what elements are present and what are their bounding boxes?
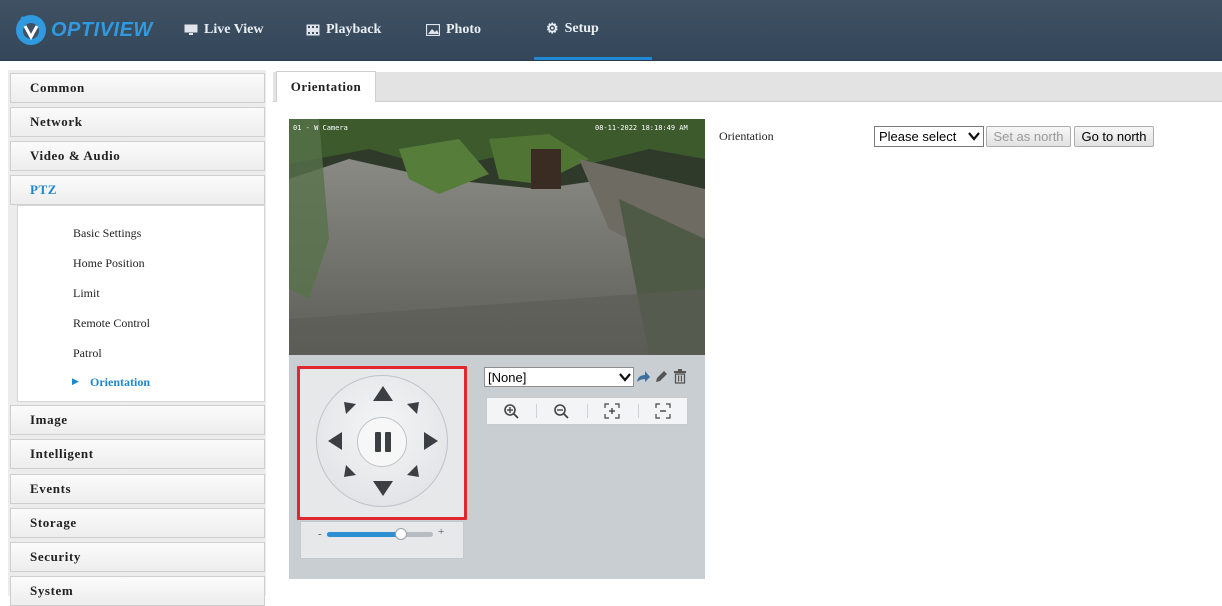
sidebar-item-security[interactable]: Security bbox=[10, 542, 265, 572]
speed-slider-track[interactable] bbox=[327, 528, 433, 540]
submenu-item-limit[interactable]: Limit bbox=[73, 286, 100, 301]
film-icon bbox=[306, 24, 320, 36]
sidebar-item-label: PTZ bbox=[30, 182, 58, 197]
focus-far-button[interactable] bbox=[639, 398, 687, 424]
chevron-down-icon bbox=[619, 373, 631, 382]
optiview-logo: OPTIVIEW bbox=[14, 8, 153, 52]
live-video-preview[interactable]: 01 - W Camera 08-11-2022 18:18:49 AM bbox=[289, 119, 705, 355]
sidebar-item-events[interactable]: Events bbox=[10, 474, 265, 504]
submenu-item-orientation[interactable]: Orientation bbox=[90, 375, 150, 390]
timestamp-overlay: 08-11-2022 18:18:49 AM bbox=[595, 124, 688, 132]
sidebar-item-storage[interactable]: Storage bbox=[10, 508, 265, 538]
camera-name-overlay: 01 - W Camera bbox=[293, 124, 348, 132]
image-icon bbox=[426, 24, 440, 36]
submenu-item-patrol[interactable]: Patrol bbox=[73, 346, 102, 361]
tab-label: Live View bbox=[204, 22, 264, 37]
sidebar-item-intelligent[interactable]: Intelligent bbox=[10, 439, 265, 469]
chevron-down-icon bbox=[968, 132, 980, 141]
tab-photo[interactable]: Photo bbox=[426, 0, 481, 60]
brand-name: OPTIVIEW bbox=[51, 18, 153, 41]
sidebar-item-network[interactable]: Network bbox=[10, 107, 265, 137]
orientation-label: Orientation bbox=[719, 129, 774, 143]
speed-min-label: - bbox=[318, 528, 322, 540]
submenu-item-basic-settings[interactable]: Basic Settings bbox=[73, 226, 141, 241]
sidebar-item-common[interactable]: Common bbox=[10, 73, 265, 103]
speed-max-label: + bbox=[438, 526, 445, 538]
orientation-select[interactable]: Please select bbox=[874, 126, 984, 147]
sidebar-item-label: Security bbox=[30, 549, 82, 564]
tab-label: Orientation bbox=[290, 79, 362, 94]
tab-playback[interactable]: Playback bbox=[306, 0, 381, 60]
tab-setup[interactable]: ⚙ Setup bbox=[534, 0, 652, 60]
go-to-north-button[interactable]: Go to north bbox=[1074, 126, 1154, 147]
sidebar-item-ptz[interactable]: PTZ bbox=[10, 175, 265, 205]
content-tab-bar bbox=[273, 72, 1222, 102]
sidebar-item-label: System bbox=[30, 583, 74, 598]
delete-trash-icon[interactable] bbox=[673, 369, 687, 384]
highlight-box bbox=[297, 366, 467, 520]
zoom-in-button[interactable] bbox=[487, 398, 535, 424]
gear-icon: ⚙ bbox=[546, 21, 559, 37]
submenu-item-remote-control[interactable]: Remote Control bbox=[73, 316, 150, 331]
call-preset-icon[interactable] bbox=[636, 370, 651, 384]
preset-select-value: [None] bbox=[488, 369, 527, 385]
tab-live-view[interactable]: Live View bbox=[184, 0, 264, 60]
orientation-select-value: Please select bbox=[879, 129, 957, 144]
sidebar-item-video-audio[interactable]: Video & Audio bbox=[10, 141, 265, 171]
zoom-in-icon bbox=[504, 404, 519, 419]
sidebar-item-label: Image bbox=[30, 412, 68, 427]
preset-select[interactable]: [None] bbox=[484, 367, 634, 387]
focus-far-icon bbox=[655, 403, 671, 419]
button-label: Set as north bbox=[993, 129, 1064, 144]
sidebar-item-label: Events bbox=[30, 481, 72, 496]
submenu-item-home-position[interactable]: Home Position bbox=[73, 256, 145, 271]
zoom-out-icon bbox=[554, 404, 569, 419]
focus-near-button[interactable] bbox=[588, 398, 636, 424]
button-label: Go to north bbox=[1081, 129, 1147, 144]
tab-orientation[interactable]: Orientation bbox=[276, 71, 376, 102]
sidebar-item-label: Storage bbox=[30, 515, 77, 530]
sidebar-item-image[interactable]: Image bbox=[10, 405, 265, 435]
logo-mark-icon bbox=[16, 15, 46, 45]
sidebar-item-label: Video & Audio bbox=[30, 148, 121, 163]
camera-scene-image bbox=[289, 119, 705, 355]
top-navigation-bar: OPTIVIEW Live View Playback Photo ⚙ Setu… bbox=[0, 0, 1222, 61]
monitor-icon bbox=[184, 24, 198, 35]
zoom-out-button[interactable] bbox=[537, 398, 585, 424]
sidebar-item-label: Common bbox=[30, 80, 85, 95]
sidebar-item-system[interactable]: System bbox=[10, 576, 265, 606]
speed-slider-fill bbox=[327, 532, 402, 537]
sidebar-item-label: Network bbox=[30, 114, 83, 129]
caret-right-icon: ▶ bbox=[72, 376, 79, 386]
tab-label: Setup bbox=[564, 20, 599, 36]
set-as-north-button[interactable]: Set as north bbox=[986, 126, 1071, 147]
zoom-focus-toolbar bbox=[486, 397, 688, 425]
edit-pencil-icon[interactable] bbox=[654, 369, 668, 384]
tab-label: Playback bbox=[326, 22, 382, 37]
tab-label: Photo bbox=[446, 22, 481, 37]
sidebar-item-label: Intelligent bbox=[30, 446, 94, 461]
focus-near-icon bbox=[604, 403, 620, 419]
